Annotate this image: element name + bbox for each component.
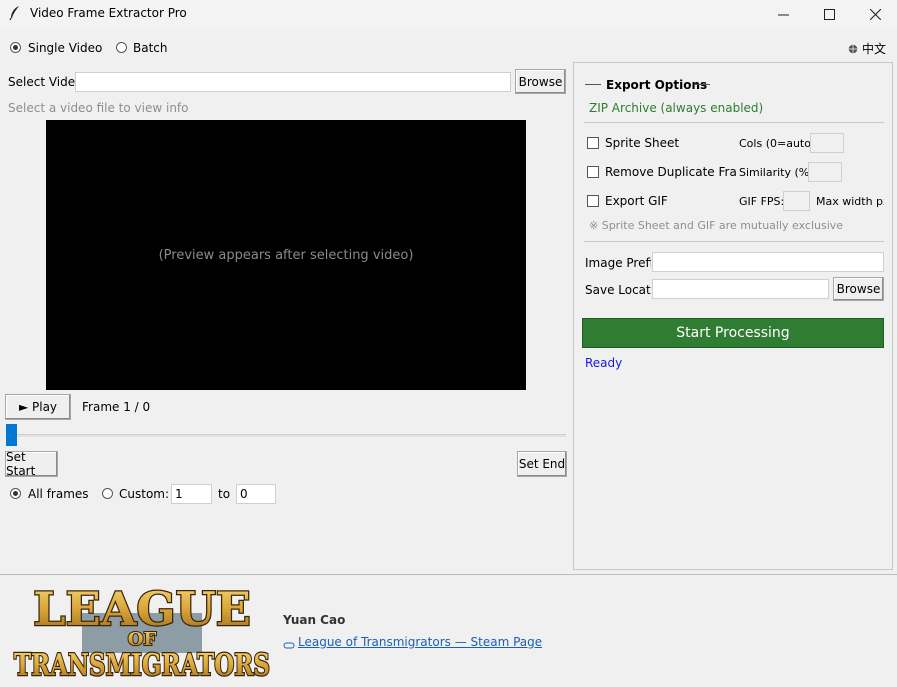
sprite-sheet-checkbox[interactable] xyxy=(587,137,599,149)
steam-page-link[interactable]: League of Transmigrators — Steam Page xyxy=(298,635,542,649)
range-to-input[interactable] xyxy=(236,484,276,504)
browse-video-button[interactable]: Browse xyxy=(515,69,566,94)
svg-text:OF: OF xyxy=(128,629,157,650)
author-name: Yuan Cao xyxy=(283,613,346,627)
save-location-input[interactable] xyxy=(652,279,829,299)
all-frames-radio[interactable] xyxy=(10,488,21,499)
frame-slider-thumb[interactable] xyxy=(6,424,17,446)
maximize-button[interactable] xyxy=(806,0,852,28)
play-button[interactable]: ► Play xyxy=(5,394,71,420)
close-icon xyxy=(869,8,881,20)
image-prefix-label: Image Prefix: xyxy=(585,256,651,270)
close-button[interactable] xyxy=(852,0,897,28)
zip-archive-text: ZIP Archive (always enabled) xyxy=(589,101,764,115)
footer-divider xyxy=(0,574,897,575)
minimize-icon xyxy=(777,14,789,15)
browse-save-button[interactable]: Browse xyxy=(833,277,884,301)
batch-radio[interactable] xyxy=(116,42,127,53)
gif-fps-label: GIF FPS: xyxy=(739,195,785,208)
window-title: Video Frame Extractor Pro xyxy=(30,6,187,20)
batch-label: Batch xyxy=(133,41,168,55)
radio-selected-dot xyxy=(13,491,18,496)
video-info-text: Select a video file to view info xyxy=(8,101,189,115)
export-gif-label: Export GIF xyxy=(605,194,668,208)
similarity-label: Similarity (%): xyxy=(739,166,818,179)
svg-text:TRANSMIGRATORS: TRANSMIGRATORS xyxy=(14,648,270,681)
remove-duplicate-label: Remove Duplicate Frames xyxy=(605,165,736,179)
preview-placeholder: (Preview appears after selecting video) xyxy=(158,247,414,263)
minimize-button[interactable] xyxy=(760,0,806,28)
video-preview: (Preview appears after selecting video) xyxy=(46,120,526,390)
radio-selected-dot xyxy=(13,45,18,50)
range-from-input[interactable] xyxy=(171,484,212,504)
max-width-label: Max width px: xyxy=(816,195,884,208)
separator xyxy=(584,122,884,123)
gif-fps-input[interactable] xyxy=(783,191,810,211)
single-video-label: Single Video xyxy=(28,41,103,55)
globe-icon xyxy=(848,43,858,57)
frame-counter: Frame 1 / 0 xyxy=(82,400,151,414)
start-processing-button[interactable]: Start Processing xyxy=(582,318,884,348)
maximize-icon xyxy=(823,8,835,20)
header-rule-left xyxy=(585,84,601,85)
mutually-exclusive-note: ※ Sprite Sheet and GIF are mutually excl… xyxy=(589,219,844,232)
save-location-label: Save Location: xyxy=(585,283,651,297)
set-end-button[interactable]: Set End xyxy=(517,451,567,477)
gamepad-icon xyxy=(283,639,295,653)
set-start-button[interactable]: Set Start xyxy=(5,450,58,478)
export-gif-checkbox[interactable] xyxy=(587,195,599,207)
custom-range-label: Custom: xyxy=(119,487,170,501)
range-to-label: to xyxy=(218,487,231,501)
cols-input[interactable] xyxy=(810,133,844,153)
language-toggle[interactable]: 中文 xyxy=(862,40,886,57)
single-video-radio[interactable] xyxy=(10,42,21,53)
cols-label: Cols (0=auto): xyxy=(739,137,819,150)
feather-icon xyxy=(8,5,22,21)
league-of-transmigrators-logo: LEAGUE OF TRANSMIGRATORS xyxy=(12,581,272,685)
custom-range-radio[interactable] xyxy=(102,488,113,499)
similarity-input[interactable] xyxy=(808,162,842,182)
status-text: Ready xyxy=(585,356,623,370)
separator xyxy=(584,241,884,242)
export-options-header: Export Options xyxy=(606,78,708,92)
frame-slider-track[interactable] xyxy=(6,434,566,437)
image-prefix-input[interactable] xyxy=(652,252,884,272)
header-rule-right xyxy=(694,84,710,85)
remove-duplicate-checkbox[interactable] xyxy=(587,166,599,178)
all-frames-label: All frames xyxy=(28,487,89,501)
sprite-sheet-label: Sprite Sheet xyxy=(605,136,680,150)
video-path-input[interactable] xyxy=(75,72,511,92)
